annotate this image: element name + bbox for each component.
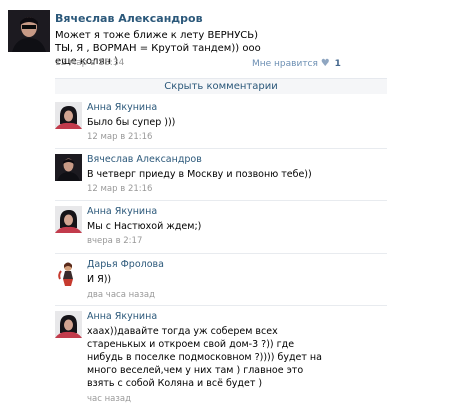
comment-author[interactable]: Анна Якунина bbox=[87, 102, 157, 113]
like-label: Мне нравится bbox=[252, 59, 318, 69]
comment-date[interactable]: 12 мар в 21:16 bbox=[87, 132, 152, 142]
comment-avatar[interactable] bbox=[55, 259, 82, 286]
comment-author[interactable]: Дарья Фролова bbox=[87, 259, 164, 270]
post-author-avatar[interactable] bbox=[8, 10, 50, 52]
post-author-name[interactable]: Вячеслав Александров bbox=[55, 12, 203, 25]
comment-divider bbox=[55, 253, 387, 254]
post-date[interactable]: 12 мар в 18:34 bbox=[55, 58, 124, 68]
hide-comments-button[interactable]: Скрыть комментарии bbox=[55, 78, 387, 94]
comment-avatar[interactable] bbox=[55, 311, 82, 338]
like-count: 1 bbox=[334, 59, 341, 69]
comment-date[interactable]: вчера в 2:17 bbox=[87, 236, 142, 246]
comment-text: В четверг приеду в Москву и позвоню тебе… bbox=[87, 169, 312, 180]
comment-author[interactable]: Вячеслав Александров bbox=[87, 154, 202, 165]
comment-avatar[interactable] bbox=[55, 206, 82, 233]
comment-text: И Я)) bbox=[87, 274, 112, 285]
comment-divider bbox=[55, 305, 387, 306]
heart-icon: ♥ bbox=[320, 58, 330, 69]
comment-divider bbox=[55, 148, 387, 149]
like-button[interactable]: Мне нравится ♥ 1 bbox=[252, 58, 341, 69]
comment-avatar[interactable] bbox=[55, 154, 82, 181]
comment-text: Мы с Настюхой ждем;) bbox=[87, 221, 202, 232]
comment-text: хаах))давайте тогда уж соберем всех стар… bbox=[87, 326, 322, 389]
comment-date[interactable]: час назад bbox=[87, 394, 131, 404]
comment-avatar[interactable] bbox=[55, 102, 82, 129]
comment-divider bbox=[55, 200, 387, 201]
comment-author[interactable]: Анна Якунина bbox=[87, 311, 157, 322]
hide-comments-label: Скрыть комментарии bbox=[164, 81, 278, 92]
comment-date[interactable]: 12 мар в 21:16 bbox=[87, 184, 152, 194]
comment-date[interactable]: два часа назад bbox=[87, 290, 155, 300]
comment-text: Было бы супер ))) bbox=[87, 117, 176, 128]
comment-author[interactable]: Анна Якунина bbox=[87, 206, 157, 217]
